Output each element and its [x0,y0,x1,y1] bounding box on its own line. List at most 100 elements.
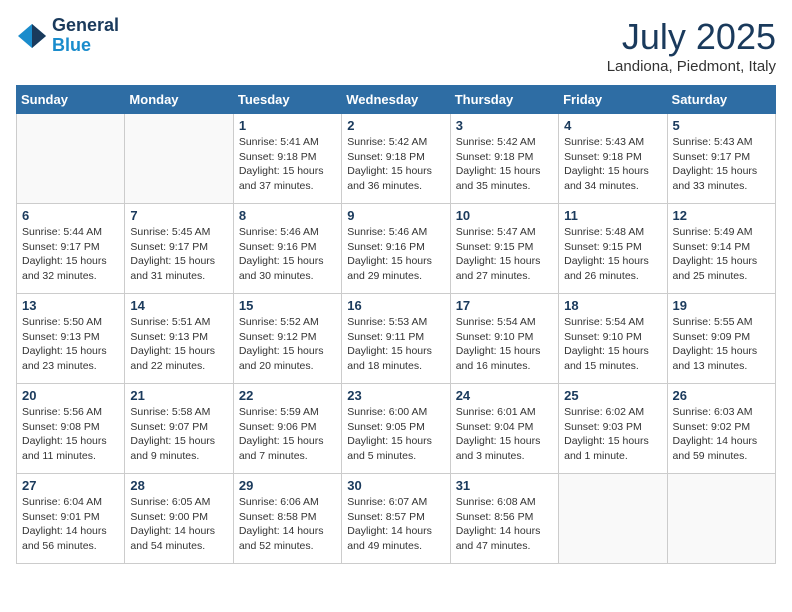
day-info: Sunrise: 6:02 AMSunset: 9:03 PMDaylight:… [564,405,661,464]
day-number: 6 [22,208,119,223]
day-number: 2 [347,118,444,133]
day-info: Sunrise: 5:56 AMSunset: 9:08 PMDaylight:… [22,405,119,464]
calendar-cell [125,114,233,204]
calendar-week-row: 6 Sunrise: 5:44 AMSunset: 9:17 PMDaylight… [17,204,776,294]
weekday-header: Thursday [450,86,558,114]
day-number: 17 [456,298,553,313]
calendar-cell: 21 Sunrise: 5:58 AMSunset: 9:07 PMDayligh… [125,384,233,474]
calendar-cell: 10 Sunrise: 5:47 AMSunset: 9:15 PMDayligh… [450,204,558,294]
day-info: Sunrise: 5:47 AMSunset: 9:15 PMDaylight:… [456,225,553,284]
day-info: Sunrise: 5:58 AMSunset: 9:07 PMDaylight:… [130,405,227,464]
day-info: Sunrise: 5:53 AMSunset: 9:11 PMDaylight:… [347,315,444,374]
day-number: 18 [564,298,661,313]
weekday-header: Tuesday [233,86,341,114]
calendar-week-row: 27Sunrise: 6:04 AMSunset: 9:01 PMDayligh… [17,474,776,564]
day-info: Sunrise: 6:07 AMSunset: 8:57 PMDaylight:… [347,495,444,554]
calendar-cell: 26Sunrise: 6:03 AMSunset: 9:02 PMDayligh… [667,384,775,474]
day-info: Sunrise: 5:46 AMSunset: 9:16 PMDaylight:… [239,225,336,284]
weekday-header: Monday [125,86,233,114]
day-number: 12 [673,208,770,223]
calendar-cell: 28Sunrise: 6:05 AMSunset: 9:00 PMDayligh… [125,474,233,564]
day-number: 24 [456,388,553,403]
calendar-week-row: 20 Sunrise: 5:56 AMSunset: 9:08 PMDayligh… [17,384,776,474]
calendar-cell: 7 Sunrise: 5:45 AMSunset: 9:17 PMDaylight… [125,204,233,294]
day-info: Sunrise: 5:43 AMSunset: 9:17 PMDaylight:… [673,135,770,194]
calendar-cell: 19 Sunrise: 5:55 AMSunset: 9:09 PMDayligh… [667,294,775,384]
calendar-cell: 15Sunrise: 5:52 AMSunset: 9:12 PMDayligh… [233,294,341,384]
calendar-cell: 6 Sunrise: 5:44 AMSunset: 9:17 PMDaylight… [17,204,125,294]
weekday-header-row: SundayMondayTuesdayWednesdayThursdayFrid… [17,86,776,114]
weekday-header: Saturday [667,86,775,114]
day-number: 10 [456,208,553,223]
calendar-cell: 25 Sunrise: 6:02 AMSunset: 9:03 PMDayligh… [559,384,667,474]
day-number: 13 [22,298,119,313]
day-number: 4 [564,118,661,133]
weekday-header: Friday [559,86,667,114]
weekday-header: Wednesday [342,86,450,114]
calendar-cell: 8 Sunrise: 5:46 AMSunset: 9:16 PMDaylight… [233,204,341,294]
calendar-cell: 29 Sunrise: 6:06 AMSunset: 8:58 PMDayligh… [233,474,341,564]
calendar-cell: 2 Sunrise: 5:42 AMSunset: 9:18 PMDaylight… [342,114,450,204]
location: Landiona, Piedmont, Italy [607,58,776,75]
calendar-cell: 12 Sunrise: 5:49 AMSunset: 9:14 PMDayligh… [667,204,775,294]
day-number: 8 [239,208,336,223]
day-info: Sunrise: 5:42 AMSunset: 9:18 PMDaylight:… [347,135,444,194]
day-info: Sunrise: 5:46 AMSunset: 9:16 PMDaylight:… [347,225,444,284]
calendar-cell: 1Sunrise: 5:41 AMSunset: 9:18 PMDaylight… [233,114,341,204]
day-number: 5 [673,118,770,133]
day-number: 14 [130,298,227,313]
month-title: July 2025 [607,16,776,58]
weekday-header: Sunday [17,86,125,114]
day-info: Sunrise: 5:49 AMSunset: 9:14 PMDaylight:… [673,225,770,284]
calendar-cell: 31 Sunrise: 6:08 AMSunset: 8:56 PMDayligh… [450,474,558,564]
calendar-cell: 9Sunrise: 5:46 AMSunset: 9:16 PMDaylight… [342,204,450,294]
day-number: 30 [347,478,444,493]
calendar-cell [17,114,125,204]
calendar-cell: 14Sunrise: 5:51 AMSunset: 9:13 PMDayligh… [125,294,233,384]
day-info: Sunrise: 6:03 AMSunset: 9:02 PMDaylight:… [673,405,770,464]
calendar-cell: 23Sunrise: 6:00 AMSunset: 9:05 PMDayligh… [342,384,450,474]
page-header: General Blue July 2025 Landiona, Piedmon… [16,16,776,75]
logo-line1: General [52,16,119,36]
logo: General Blue [16,16,119,56]
day-info: Sunrise: 5:52 AMSunset: 9:12 PMDaylight:… [239,315,336,374]
calendar-cell: 16 Sunrise: 5:53 AMSunset: 9:11 PMDayligh… [342,294,450,384]
day-info: Sunrise: 6:06 AMSunset: 8:58 PMDaylight:… [239,495,336,554]
logo-line2: Blue [52,36,119,56]
day-number: 28 [130,478,227,493]
day-number: 1 [239,118,336,133]
day-info: Sunrise: 5:54 AMSunset: 9:10 PMDaylight:… [564,315,661,374]
day-info: Sunrise: 6:08 AMSunset: 8:56 PMDaylight:… [456,495,553,554]
day-info: Sunrise: 5:45 AMSunset: 9:17 PMDaylight:… [130,225,227,284]
calendar-week-row: 13 Sunrise: 5:50 AMSunset: 9:13 PMDayligh… [17,294,776,384]
calendar-table: SundayMondayTuesdayWednesdayThursdayFrid… [16,85,776,564]
day-number: 7 [130,208,227,223]
calendar-cell [559,474,667,564]
day-info: Sunrise: 5:48 AMSunset: 9:15 PMDaylight:… [564,225,661,284]
calendar-cell: 5 Sunrise: 5:43 AMSunset: 9:17 PMDaylight… [667,114,775,204]
day-info: Sunrise: 5:59 AMSunset: 9:06 PMDaylight:… [239,405,336,464]
calendar-cell: 4 Sunrise: 5:43 AMSunset: 9:18 PMDaylight… [559,114,667,204]
day-number: 20 [22,388,119,403]
calendar-cell [667,474,775,564]
day-info: Sunrise: 5:43 AMSunset: 9:18 PMDaylight:… [564,135,661,194]
day-info: Sunrise: 5:44 AMSunset: 9:17 PMDaylight:… [22,225,119,284]
day-number: 16 [347,298,444,313]
day-number: 21 [130,388,227,403]
day-number: 11 [564,208,661,223]
calendar-cell: 24Sunrise: 6:01 AMSunset: 9:04 PMDayligh… [450,384,558,474]
day-number: 25 [564,388,661,403]
day-info: Sunrise: 5:54 AMSunset: 9:10 PMDaylight:… [456,315,553,374]
day-number: 29 [239,478,336,493]
day-number: 31 [456,478,553,493]
title-block: July 2025 Landiona, Piedmont, Italy [607,16,776,75]
day-number: 22 [239,388,336,403]
day-number: 19 [673,298,770,313]
day-number: 3 [456,118,553,133]
day-info: Sunrise: 5:50 AMSunset: 9:13 PMDaylight:… [22,315,119,374]
calendar-cell: 30 Sunrise: 6:07 AMSunset: 8:57 PMDayligh… [342,474,450,564]
calendar-cell: 13 Sunrise: 5:50 AMSunset: 9:13 PMDayligh… [17,294,125,384]
day-info: Sunrise: 5:55 AMSunset: 9:09 PMDaylight:… [673,315,770,374]
calendar-cell: 22 Sunrise: 5:59 AMSunset: 9:06 PMDayligh… [233,384,341,474]
calendar-cell: 20 Sunrise: 5:56 AMSunset: 9:08 PMDayligh… [17,384,125,474]
